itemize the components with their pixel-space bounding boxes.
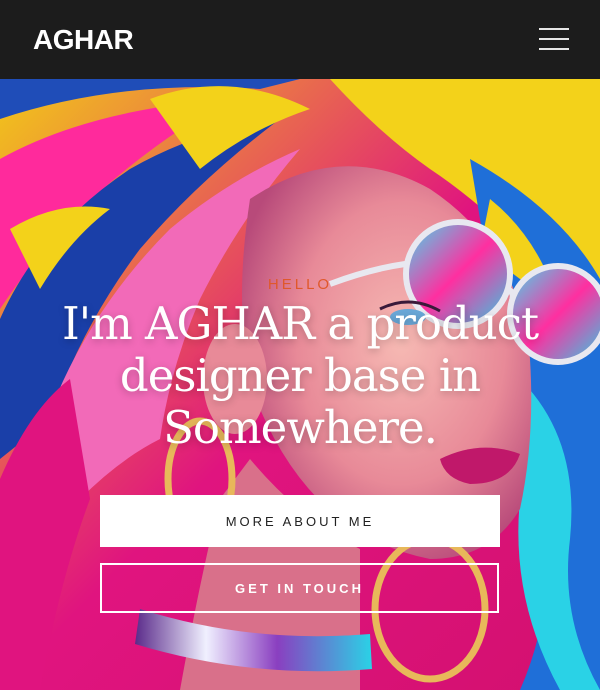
hello-eyebrow: HELLO — [267, 276, 333, 293]
get-in-touch-button[interactable]: GET IN TOUCH — [100, 563, 499, 613]
more-about-me-button[interactable]: MORE ABOUT ME — [100, 495, 500, 547]
hero-section: HELLO I'm AGHAR a product designer base … — [0, 79, 600, 690]
headline-line-3: Somewhere. — [163, 401, 438, 454]
site-header: AGHAR — [0, 0, 600, 79]
headline-line-2: designer base in — [119, 349, 481, 402]
hero-headline: I'm AGHAR a product designer base in Som… — [40, 298, 560, 454]
site-logo[interactable]: AGHAR — [33, 24, 134, 56]
headline-line-1: I'm AGHAR a product — [61, 297, 539, 350]
hamburger-menu-icon[interactable] — [539, 28, 569, 50]
